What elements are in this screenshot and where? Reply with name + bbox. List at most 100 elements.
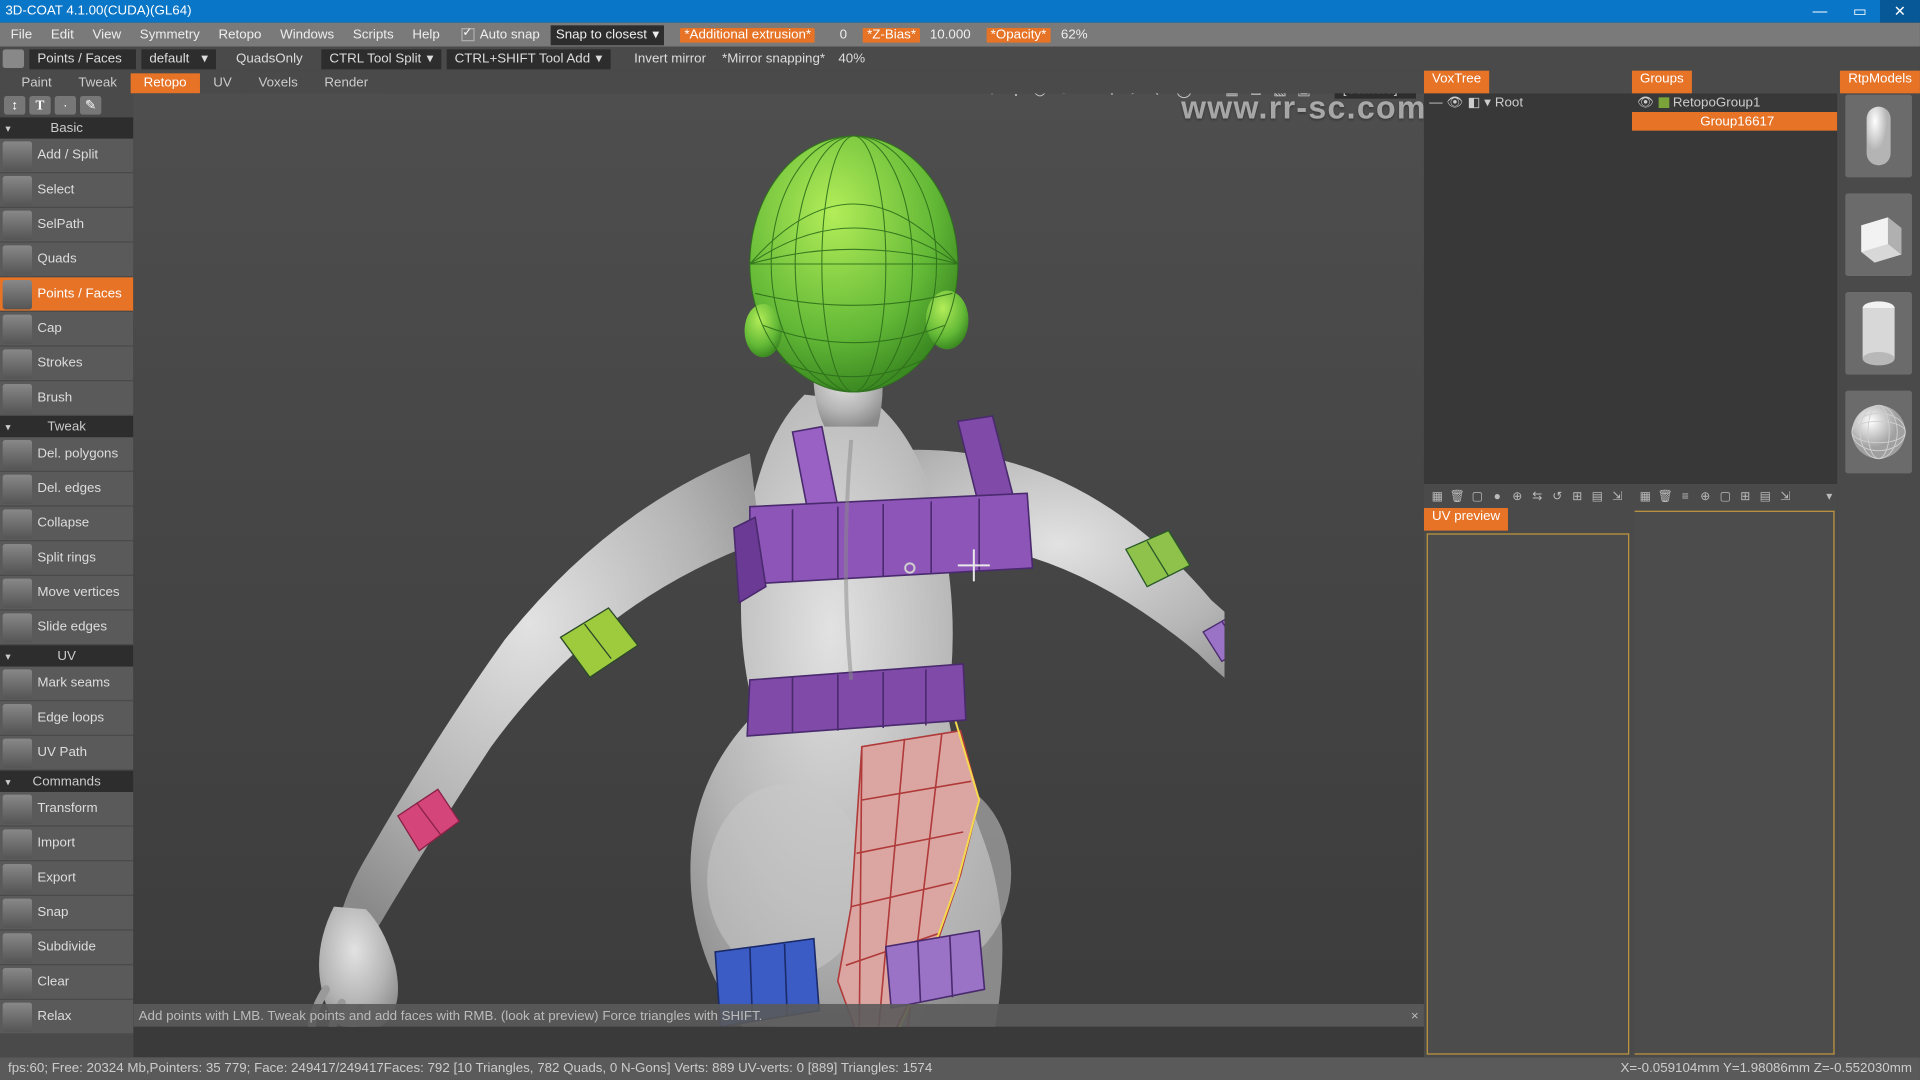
close-button[interactable]: ✕ xyxy=(1880,0,1920,23)
shelf-sphere[interactable] xyxy=(1845,391,1912,474)
tool-mark-seams[interactable]: Mark seams xyxy=(0,667,133,702)
tab-render[interactable]: Render xyxy=(311,73,381,93)
uvpreview-tab[interactable]: UV preview xyxy=(1424,508,1508,531)
tool-clear[interactable]: Clear xyxy=(0,965,133,1000)
tool-add-split[interactable]: Add / Split xyxy=(0,139,133,174)
vt-icon-10[interactable]: ⇲ xyxy=(1609,488,1625,504)
vp-link-icon[interactable]: ⇄ xyxy=(1151,93,1170,98)
mode-field[interactable]: Points / Faces xyxy=(29,49,136,69)
minimize-button[interactable]: — xyxy=(1800,0,1840,23)
menu-scripts[interactable]: Scripts xyxy=(345,26,402,43)
voxtree-list[interactable]: —👁◧▾ Root xyxy=(1424,93,1632,484)
tool-export[interactable]: Export xyxy=(0,861,133,896)
ctrlshift-tool-dropdown[interactable]: CTRL+SHIFT Tool Add▾ xyxy=(447,49,611,69)
vp-arrow-icon[interactable]: ➤ xyxy=(1127,93,1146,98)
tool-uv-path[interactable]: UV Path xyxy=(0,736,133,771)
gr-icon-8[interactable]: ⇲ xyxy=(1777,488,1793,504)
mirror-snapping-value[interactable]: 40% xyxy=(830,51,865,66)
menu-file[interactable]: File xyxy=(3,26,40,43)
opacity-value[interactable]: 62% xyxy=(1053,27,1088,42)
retopo-group-row[interactable]: 👁 RetopoGroup1 xyxy=(1632,93,1837,112)
vt-icon-6[interactable]: ⇆ xyxy=(1529,488,1545,504)
tool-selpath[interactable]: SelPath xyxy=(0,208,133,243)
tool-select[interactable]: Select xyxy=(0,173,133,208)
tab-uv[interactable]: UV xyxy=(200,73,245,93)
gr-icon-2[interactable]: 🗑 xyxy=(1657,488,1673,504)
gr-icon-7[interactable]: ▤ xyxy=(1757,488,1773,504)
menu-view[interactable]: View xyxy=(84,26,129,43)
vt-icon-2[interactable]: 🗑 xyxy=(1449,488,1465,504)
gr-icon-4[interactable]: ⊕ xyxy=(1697,488,1713,504)
vt-icon-7[interactable]: ↺ xyxy=(1549,488,1565,504)
vt-icon-9[interactable]: ▤ xyxy=(1589,488,1605,504)
tool-transform[interactable]: Transform xyxy=(0,792,133,827)
menu-retopo[interactable]: Retopo xyxy=(210,26,269,43)
viewport[interactable]: ☀ ⋮ ◎ ↺ + ✥ ➤ ⇄ ◯ ○ ▦ ⊞ ▧ ▣ [Camera] ▾ w… xyxy=(133,93,1424,1026)
tool-move-vertices[interactable]: Move vertices xyxy=(0,576,133,611)
tab-tweak[interactable]: Tweak xyxy=(65,73,130,93)
tool-del-polygons[interactable]: Del. polygons xyxy=(0,437,133,472)
autosnap-checkbox[interactable] xyxy=(461,28,474,41)
tool-subdivide[interactable]: Subdivide xyxy=(0,931,133,966)
additional-extrusion-value[interactable]: 0 xyxy=(818,27,847,42)
gr-icon-3[interactable]: ≡ xyxy=(1677,488,1693,504)
tool-points-faces[interactable]: Points / Faces xyxy=(0,277,133,312)
menu-symmetry[interactable]: Symmetry xyxy=(132,26,208,43)
gr-icon-1[interactable]: ▦ xyxy=(1637,488,1653,504)
group-selected-row[interactable]: Group16617 xyxy=(1632,112,1837,131)
tool-quads[interactable]: Quads xyxy=(0,243,133,278)
brush-dot-icon[interactable]: · xyxy=(55,96,76,115)
tool-slide-edges[interactable]: Slide edges xyxy=(0,611,133,646)
gr-menu-icon[interactable]: ▾ xyxy=(1821,488,1837,504)
groups-list[interactable]: 👁 RetopoGroup1 Group16617 xyxy=(1632,93,1837,484)
uv-preview[interactable] xyxy=(1427,533,1630,1054)
vp-undo-icon[interactable]: ↺ xyxy=(1055,93,1074,98)
vt-icon-4[interactable]: ● xyxy=(1489,488,1505,504)
menu-help[interactable]: Help xyxy=(404,26,447,43)
tool-brush[interactable]: Brush xyxy=(0,381,133,416)
tool-strokes[interactable]: Strokes xyxy=(0,347,133,382)
tab-voxels[interactable]: Voxels xyxy=(245,73,311,93)
vt-icon-5[interactable]: ⊕ xyxy=(1509,488,1525,504)
tab-paint[interactable]: Paint xyxy=(8,73,65,93)
brush-pen-icon[interactable]: ✎ xyxy=(80,96,101,115)
groups-tab[interactable]: Groups xyxy=(1632,71,1692,94)
vt-icon-1[interactable]: ▦ xyxy=(1429,488,1445,504)
tab-retopo[interactable]: Retopo xyxy=(130,73,200,93)
vp-dots-icon[interactable]: ⋮ xyxy=(1007,93,1026,98)
shelf-cylinder[interactable] xyxy=(1845,292,1912,375)
tool-group-uv[interactable]: ▾UV xyxy=(0,645,133,666)
voxtree-tab[interactable]: VoxTree xyxy=(1424,71,1489,94)
brush-text-icon[interactable]: T xyxy=(29,96,50,115)
menu-windows[interactable]: Windows xyxy=(272,26,342,43)
tool-split-rings[interactable]: Split rings xyxy=(0,541,133,576)
vt-icon-8[interactable]: ⊞ xyxy=(1569,488,1585,504)
vp-sun-icon[interactable]: ☀ xyxy=(983,93,1002,98)
rtpmodels-tab[interactable]: RtpModels xyxy=(1840,71,1920,94)
ctrl-tool-dropdown[interactable]: CTRL Tool Split▾ xyxy=(321,49,441,69)
shelf-capsule[interactable] xyxy=(1845,95,1912,178)
zbias-value[interactable]: 10.000 xyxy=(923,27,971,42)
brush-move-icon[interactable]: ↕ xyxy=(4,96,25,115)
shelf-cube[interactable] xyxy=(1845,193,1912,276)
vp-target-icon[interactable]: ◎ xyxy=(1031,93,1050,98)
uv-preview-right[interactable] xyxy=(1635,511,1835,1055)
tool-group-basic[interactable]: ▾Basic xyxy=(0,117,133,138)
gr-icon-5[interactable]: ▢ xyxy=(1717,488,1733,504)
tool-import[interactable]: Import xyxy=(0,827,133,862)
tool-collapse[interactable]: Collapse xyxy=(0,507,133,542)
vt-icon-3[interactable]: ▢ xyxy=(1469,488,1485,504)
tool-snap[interactable]: Snap xyxy=(0,896,133,931)
tool-relax[interactable]: Relax xyxy=(0,1000,133,1035)
gr-icon-6[interactable]: ⊞ xyxy=(1737,488,1753,504)
tool-del-edges[interactable]: Del. edges xyxy=(0,472,133,507)
menu-edit[interactable]: Edit xyxy=(43,26,82,43)
voxtree-root[interactable]: —👁◧▾ Root xyxy=(1424,93,1632,112)
preset-dropdown[interactable]: default▾ xyxy=(141,49,216,69)
snap-mode-dropdown[interactable]: Snap to closest▾ xyxy=(550,25,664,45)
maximize-button[interactable]: ▭ xyxy=(1840,0,1880,23)
vp-plus-icon[interactable]: + xyxy=(1079,93,1098,98)
tool-edge-loops[interactable]: Edge loops xyxy=(0,701,133,736)
tool-group-tweak[interactable]: ▾Tweak xyxy=(0,416,133,437)
vp-move-icon[interactable]: ✥ xyxy=(1103,93,1122,98)
